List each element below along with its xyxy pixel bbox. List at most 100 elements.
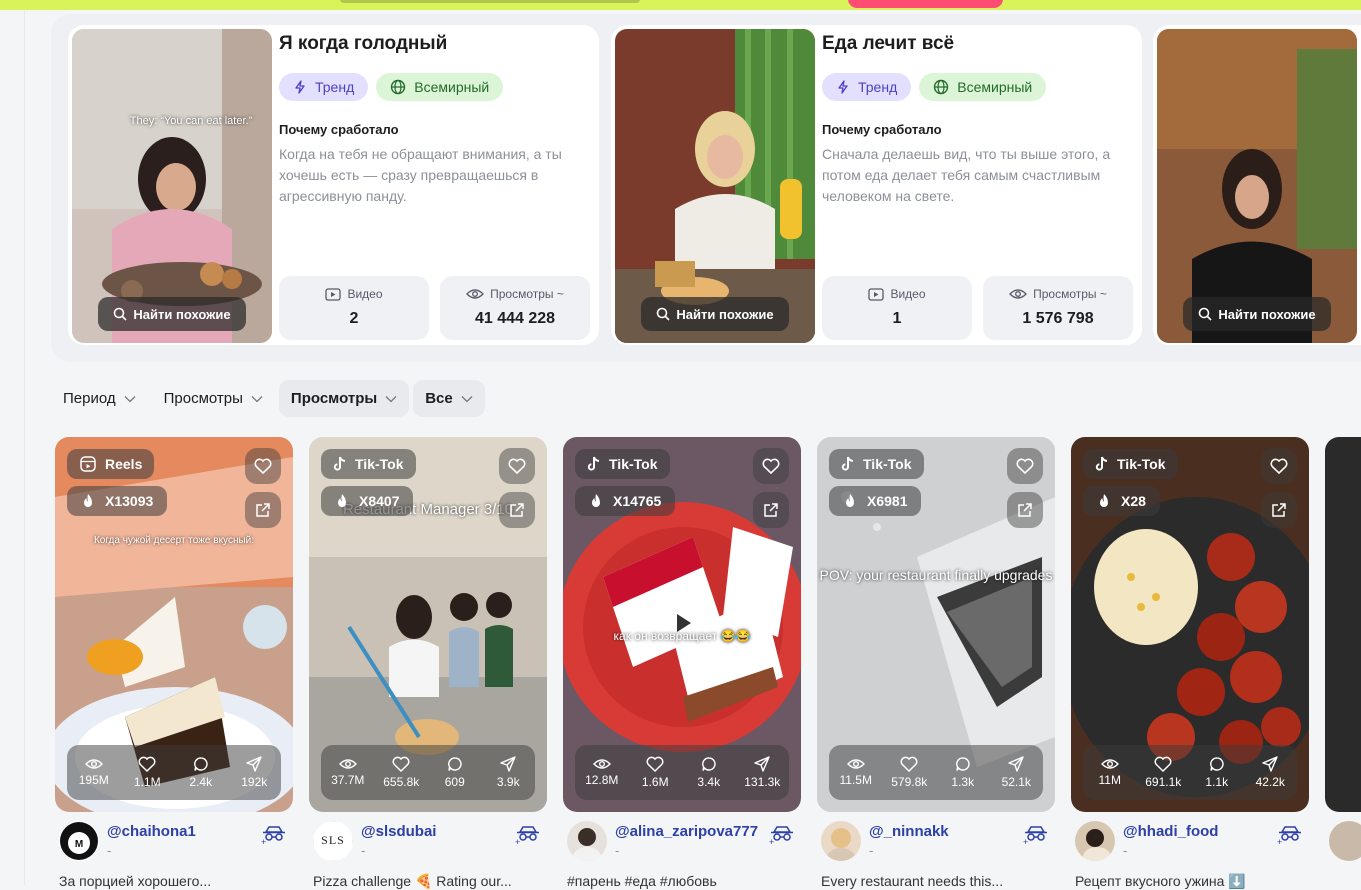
favorite-button[interactable] <box>499 448 535 484</box>
find-similar-button[interactable]: Найти похожие <box>641 297 789 331</box>
video-thumbnail[interactable]: Tik-Tok X28 11M 691.1k 1.1k 42.2k <box>1071 437 1309 812</box>
author-handle[interactable]: @alina_zaripova777 <box>615 823 758 840</box>
trend-title: Я когда голодный <box>279 33 448 54</box>
platform-label: Tik-Tok <box>355 456 404 472</box>
trend-thumbnail[interactable]: Найти похожие <box>615 29 815 343</box>
multiplier-badge: X8407 <box>321 486 414 516</box>
like-icon <box>646 756 664 772</box>
open-link-button[interactable] <box>1261 492 1297 528</box>
banner-button[interactable] <box>848 0 1003 8</box>
comments-metric: 1.1k <box>1190 745 1244 800</box>
open-link-button[interactable] <box>753 492 789 528</box>
eye-icon <box>1009 289 1028 299</box>
likes-value: 691.1k <box>1145 775 1182 789</box>
filter-period[interactable]: Период <box>51 380 148 417</box>
eye-icon <box>1100 759 1119 769</box>
likes-value: 579.8k <box>891 775 928 789</box>
find-similar-button[interactable]: Найти похожие <box>1183 297 1331 331</box>
comment-icon <box>447 757 462 771</box>
author-handle[interactable]: @slsdubai <box>361 823 436 840</box>
trend-card[interactable]: Найти похожие Еда лечит всё Тренд Всемир… <box>611 25 1142 345</box>
video-card[interactable]: POV: your restaurant finally upgrades Ti… <box>817 437 1055 889</box>
avatar[interactable] <box>1329 821 1361 861</box>
author-row: M @chaihona1 - + <box>59 819 293 861</box>
avatar[interactable]: SLS <box>313 821 353 861</box>
video-thumbnail[interactable]: Restaurant Manager 3/10 Tik-Tok X8407 37… <box>309 437 547 812</box>
shares-metric: 3.9k <box>482 745 536 800</box>
author-handle[interactable]: @_ninnakk <box>869 823 949 840</box>
track-author-button[interactable]: + <box>1023 825 1049 850</box>
likes-value: 1.6M <box>641 775 669 789</box>
views-metric: 11.5M <box>829 745 883 800</box>
favorite-button[interactable] <box>753 448 789 484</box>
trend-thumbnail[interactable]: They: “You can eat later.” Найти похожие <box>72 29 272 343</box>
platform-badge: Reels <box>67 449 155 479</box>
reels-icon <box>80 456 96 472</box>
multiplier-value: X28 <box>1121 493 1146 509</box>
video-thumbnail[interactable]: POV: your restaurant finally upgrades Ti… <box>817 437 1055 812</box>
filter-sort-views[interactable]: Просмотры <box>278 380 410 417</box>
trend-description: Когда на тебя не обращают внимания, а ты… <box>279 146 562 204</box>
views-value: 37.7M <box>331 773 365 787</box>
comments-value: 609 <box>444 775 465 789</box>
track-author-button[interactable]: + <box>769 825 795 850</box>
author-row: @hhadi_food - + <box>1075 819 1309 861</box>
avatar[interactable] <box>1075 821 1115 861</box>
author-handle[interactable]: @hhadi_food <box>1123 823 1218 840</box>
avatar[interactable] <box>821 821 861 861</box>
open-link-button[interactable] <box>499 492 535 528</box>
avatar[interactable]: M <box>59 821 99 861</box>
likes-metric: 655.8k <box>375 745 429 800</box>
favorite-button[interactable] <box>245 448 281 484</box>
filter-views[interactable]: Просмотры <box>152 380 275 417</box>
multiplier-badge: X14765 <box>575 486 676 516</box>
track-author-button[interactable]: + <box>1277 825 1303 850</box>
video-card[interactable]: как он возвращает 😂😂 Tik-Tok X14765 12.8… <box>563 437 801 889</box>
open-link-button[interactable] <box>245 492 281 528</box>
video-card[interactable]: Restaurant Manager 3/10 Tik-Tok X8407 37… <box>309 437 547 889</box>
comment-icon <box>193 757 208 771</box>
track-author-icon: + <box>515 826 539 847</box>
heart-icon <box>1270 458 1288 474</box>
favorite-button[interactable] <box>1261 448 1297 484</box>
shares-metric: 52.1k <box>990 745 1044 800</box>
multiplier-badge: X13093 <box>67 486 168 516</box>
why-worked-label: Почему сработало <box>822 122 942 137</box>
video-card-partial[interactable] <box>1325 437 1361 812</box>
shares-value: 192k <box>241 775 268 789</box>
trend-card[interactable]: They: “You can eat later.” Найти похожие… <box>68 25 599 345</box>
trend-card[interactable]: Найти похожие <box>1153 25 1361 345</box>
track-author-button[interactable]: + <box>515 825 541 850</box>
open-link-button[interactable] <box>1007 492 1043 528</box>
worldwide-badge-label: Всемирный <box>414 79 490 95</box>
eye-icon <box>846 759 865 769</box>
filter-platform[interactable]: Все <box>413 380 485 417</box>
shares-value: 42.2k <box>1255 775 1285 789</box>
chevron-down-icon <box>461 395 473 402</box>
video-card[interactable]: Когда чужой десерт тоже вкусный: Reels X… <box>55 437 293 889</box>
comments-value: 1.3k <box>951 775 975 789</box>
video-thumbnail[interactable]: как он возвращает 😂😂 Tik-Tok X14765 12.8… <box>563 437 801 812</box>
author-handle[interactable]: @chaihona1 <box>107 823 196 840</box>
video-count-stat: Видео 1 <box>822 276 972 340</box>
multiplier-value: X6981 <box>867 493 908 509</box>
share-icon <box>500 756 516 772</box>
shares-metric: 42.2k <box>1244 745 1298 800</box>
find-similar-button[interactable]: Найти похожие <box>98 297 246 331</box>
fire-icon <box>846 494 854 507</box>
author-subtitle: - <box>361 843 366 858</box>
trend-title: Еда лечит всё <box>822 33 955 54</box>
video-card[interactable]: Tik-Tok X28 11M 691.1k 1.1k 42.2k @hhadi… <box>1071 437 1309 889</box>
trend-thumbnail[interactable]: Найти похожие <box>1157 29 1357 343</box>
likes-value: 655.8k <box>383 775 420 789</box>
avatar[interactable] <box>567 821 607 861</box>
avatar-text: SLS <box>321 833 345 847</box>
video-metrics: 12.8M 1.6M 3.4k 131.3k <box>575 745 789 800</box>
video-icon <box>868 287 885 301</box>
favorite-button[interactable] <box>1007 448 1043 484</box>
comments-value: 1.1k <box>1205 775 1229 789</box>
track-author-button[interactable]: + <box>261 825 287 850</box>
find-similar-label: Найти похожие <box>676 306 774 322</box>
video-thumbnail[interactable]: Когда чужой десерт тоже вкусный: Reels X… <box>55 437 293 812</box>
share-icon <box>754 756 770 772</box>
